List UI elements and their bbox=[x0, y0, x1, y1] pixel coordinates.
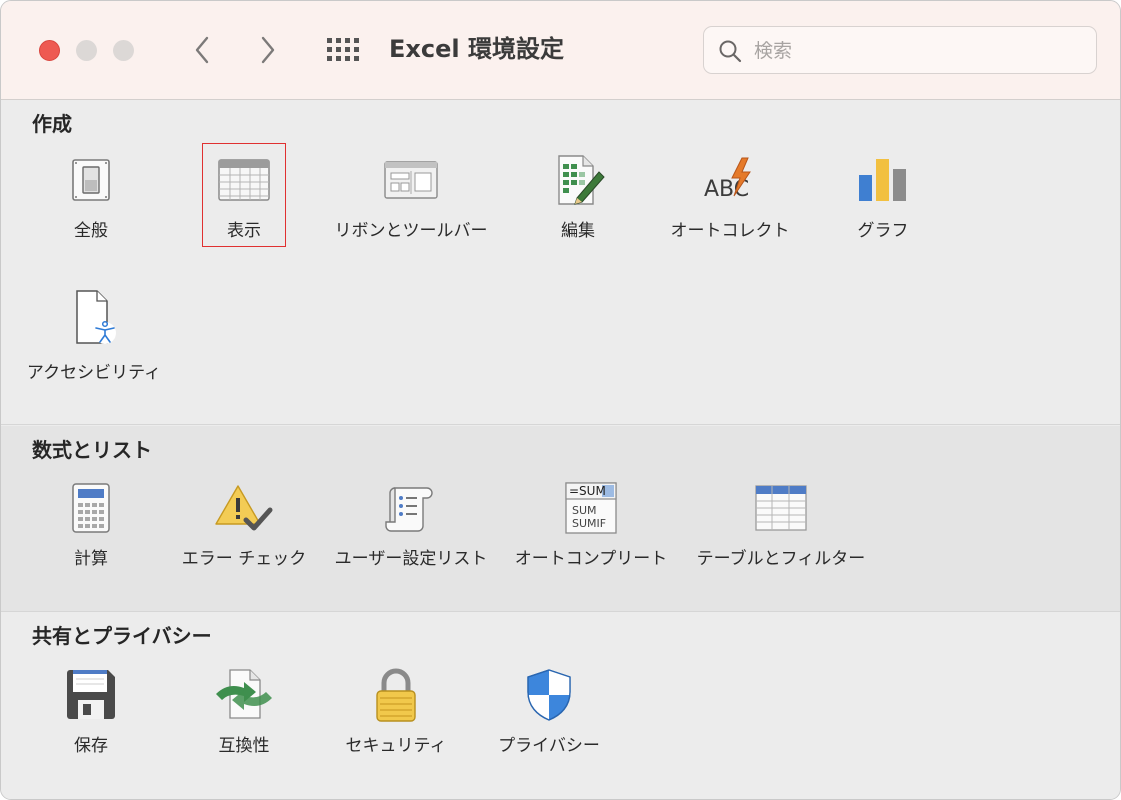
pref-label: 計算 bbox=[74, 549, 108, 569]
sum-formula-text: =SUM bbox=[569, 484, 606, 498]
sumif-option-text: SUMIF bbox=[572, 517, 606, 530]
back-button[interactable] bbox=[187, 33, 217, 67]
section-formulas-lists: 数式とリスト 計算 エラー チェック ユーザー設定リスト =SUM SUM SUMI… bbox=[1, 426, 1120, 612]
pref-label: オートコレクト bbox=[670, 221, 790, 241]
show-all-button[interactable] bbox=[327, 38, 359, 62]
title-bar: Excel 環境設定 bbox=[1, 1, 1120, 100]
minimize-button[interactable] bbox=[76, 40, 97, 61]
grid-dots-icon bbox=[327, 38, 359, 61]
pref-label: 保存 bbox=[74, 736, 108, 756]
section-title: 作成 bbox=[32, 112, 72, 136]
pref-label: アクセシビリティ bbox=[26, 363, 162, 383]
pref-edit[interactable]: 編集 bbox=[493, 152, 663, 242]
pref-label: テーブルとフィルター bbox=[696, 549, 866, 569]
chevron-right-icon bbox=[261, 36, 275, 64]
table-filter-icon bbox=[751, 480, 811, 536]
section-authoring: 作成 全般 表示 リボンとツールバー 編集 ABC オートコレクト グラフ アク… bbox=[1, 100, 1120, 425]
pref-label: リボンとツールバー bbox=[334, 221, 488, 241]
pref-view[interactable]: 表示 bbox=[159, 152, 329, 242]
pref-error-checking[interactable]: エラー チェック bbox=[159, 480, 329, 570]
zoom-button[interactable] bbox=[113, 40, 134, 61]
pref-autocorrect[interactable]: ABC オートコレクト bbox=[645, 152, 815, 242]
ribbon-toolbar-icon bbox=[381, 152, 441, 208]
pref-label: グラフ bbox=[857, 221, 909, 241]
privacy-shield-icon bbox=[519, 667, 579, 723]
pref-label: ユーザー設定リスト bbox=[334, 549, 488, 569]
autocomplete-sum-icon: =SUM SUM SUMIF bbox=[561, 480, 621, 536]
pref-privacy[interactable]: プライバシー bbox=[464, 667, 634, 757]
pref-accessibility[interactable]: アクセシビリティ bbox=[9, 290, 179, 384]
pref-custom-lists[interactable]: ユーザー設定リスト bbox=[326, 480, 496, 570]
security-padlock-icon bbox=[366, 667, 426, 723]
excel-preferences-window: Excel 環境設定 作成 全般 表示 リボンとツールバー bbox=[0, 0, 1121, 800]
save-floppy-icon bbox=[61, 667, 121, 723]
autocorrect-abc-icon: ABC bbox=[700, 152, 760, 208]
sum-option-text: SUM bbox=[572, 504, 597, 517]
chart-bars-icon bbox=[853, 152, 913, 208]
pref-ribbon-toolbar[interactable]: リボンとツールバー bbox=[326, 152, 496, 242]
pref-label: プライバシー bbox=[498, 736, 600, 756]
section-title: 数式とリスト bbox=[32, 438, 152, 462]
search-input[interactable] bbox=[752, 35, 1086, 67]
edit-sheet-pencil-icon bbox=[548, 152, 608, 208]
pref-label: 表示 bbox=[227, 221, 261, 241]
pref-general[interactable]: 全般 bbox=[6, 152, 176, 242]
calculator-icon bbox=[61, 480, 121, 536]
pref-save[interactable]: 保存 bbox=[6, 667, 176, 757]
view-table-icon bbox=[214, 152, 274, 208]
pref-tables-filters[interactable]: テーブルとフィルター bbox=[696, 480, 866, 570]
pref-calculation[interactable]: 計算 bbox=[6, 480, 176, 570]
error-check-warning-icon bbox=[214, 480, 274, 536]
pref-label: セキュリティ bbox=[345, 736, 447, 756]
compatibility-icon bbox=[214, 667, 274, 723]
section-title: 共有とプライバシー bbox=[32, 624, 212, 648]
chevron-left-icon bbox=[195, 36, 209, 64]
forward-button[interactable] bbox=[253, 33, 283, 67]
close-button[interactable] bbox=[39, 40, 60, 61]
section-sharing-privacy: 共有とプライバシー 保存 互換性 セキュリティ プライバシー bbox=[1, 613, 1120, 799]
pref-label: 全般 bbox=[74, 221, 108, 241]
pref-label: 互換性 bbox=[218, 736, 270, 756]
pref-autocomplete[interactable]: =SUM SUM SUMIF オートコンプリート bbox=[506, 480, 676, 570]
search-box[interactable] bbox=[703, 26, 1097, 74]
pref-label: エラー チェック bbox=[181, 549, 307, 569]
pref-chart[interactable]: グラフ bbox=[798, 152, 968, 242]
window-title: Excel 環境設定 bbox=[389, 35, 564, 63]
accessibility-icon bbox=[64, 290, 124, 346]
pref-label: 編集 bbox=[561, 221, 595, 241]
search-icon bbox=[719, 40, 742, 63]
custom-list-scroll-icon bbox=[381, 480, 441, 536]
pref-security[interactable]: セキュリティ bbox=[311, 667, 481, 757]
general-switch-icon bbox=[61, 152, 121, 208]
pref-compatibility[interactable]: 互換性 bbox=[159, 667, 329, 757]
pref-label: オートコンプリート bbox=[514, 549, 668, 569]
